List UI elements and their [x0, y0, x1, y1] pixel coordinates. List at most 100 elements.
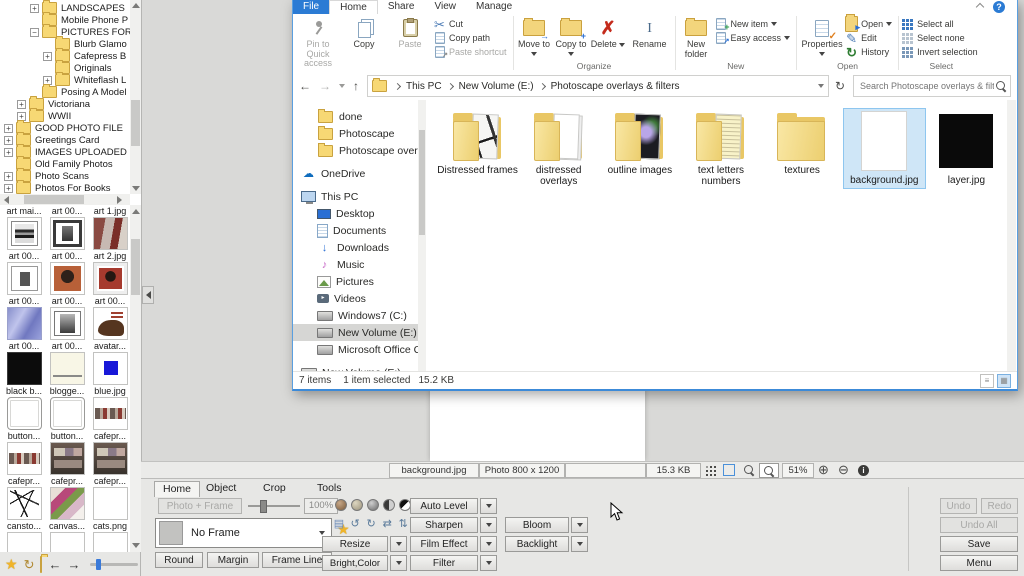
- editor-tab-tools[interactable]: Tools: [309, 481, 350, 496]
- slider-handle[interactable]: [260, 500, 267, 513]
- ribbon-button-cut[interactable]: ✂Cut: [433, 17, 511, 31]
- list-item[interactable]: [3, 532, 45, 552]
- thumbnail-image[interactable]: [7, 532, 42, 552]
- filter-preset-spheres[interactable]: [335, 499, 412, 514]
- thumbnail-image[interactable]: [50, 442, 85, 475]
- zoom-in-icon[interactable]: ⊕: [816, 463, 831, 477]
- help-icon[interactable]: ?: [993, 1, 1005, 13]
- tile-view-icon[interactable]: [703, 463, 718, 477]
- tree-item-landscapes[interactable]: +LANDSCAPES: [0, 2, 141, 14]
- editor-tab-home[interactable]: Home: [154, 481, 200, 497]
- preset-sphere-icon[interactable]: [335, 499, 347, 511]
- nav-item-microsoft-office-cl[interactable]: Microsoft Office Cl: [293, 341, 426, 358]
- list-item[interactable]: button...: [46, 397, 88, 442]
- refresh-icon[interactable]: ↻: [835, 79, 845, 93]
- file-tile-outline-images[interactable]: outline images: [599, 108, 680, 179]
- search-box[interactable]: [853, 75, 1011, 97]
- address-dropdown-icon[interactable]: [818, 84, 824, 88]
- tree-item-cafepress-b[interactable]: +Cafepress B: [0, 50, 141, 62]
- undo-all-button[interactable]: Undo All: [940, 517, 1018, 533]
- list-item[interactable]: art 00...: [46, 205, 88, 217]
- ribbon-button-select-all[interactable]: Select all: [901, 17, 982, 31]
- bloom-button[interactable]: Bloom: [505, 517, 569, 533]
- ribbon-button-delete[interactable]: ✗Delete: [590, 16, 627, 51]
- tree-hscroll-thumb[interactable]: [24, 195, 84, 204]
- ribbon-tab-file[interactable]: File: [293, 0, 329, 14]
- nav-pane-scrollbar[interactable]: [418, 100, 426, 372]
- layers-icon[interactable]: ▤: [333, 517, 345, 530]
- thumbnail-image[interactable]: [50, 352, 85, 385]
- scroll-left-icon[interactable]: [4, 196, 9, 204]
- thumbnail-image[interactable]: [7, 307, 42, 340]
- list-item[interactable]: blogge...: [46, 352, 88, 397]
- frame-select-dropdown[interactable]: No Frame: [155, 518, 332, 548]
- frame-opacity-slider[interactable]: [248, 505, 300, 507]
- scroll-up-icon[interactable]: [132, 209, 140, 214]
- refresh-icon[interactable]: ↻: [24, 558, 35, 571]
- backlight-dropdown-arrow[interactable]: [571, 536, 588, 552]
- tree-item-whiteflash-l[interactable]: +Whiteflash L: [0, 74, 141, 86]
- ribbon-button-select-none[interactable]: Select none: [901, 31, 982, 45]
- ribbon-button-history[interactable]: ↻History: [845, 45, 896, 59]
- thumbnail-size-slider[interactable]: [90, 563, 138, 566]
- flip-horizontal-icon[interactable]: ⇄: [381, 517, 393, 530]
- ribbon-tab-home[interactable]: Home: [329, 0, 378, 14]
- scroll-down-icon[interactable]: [132, 543, 140, 548]
- expand-plus-icon[interactable]: +: [43, 52, 52, 61]
- tree-item-mobile-phone-p[interactable]: Mobile Phone P: [0, 14, 141, 26]
- round-button[interactable]: Round: [155, 552, 203, 568]
- thumbnail-image[interactable]: [50, 397, 85, 430]
- thumbnail-image[interactable]: [50, 217, 85, 250]
- collapse-minus-icon[interactable]: −: [30, 28, 39, 37]
- tree-item-victoriana[interactable]: +Victoriana: [0, 98, 141, 110]
- preset-sphere-icon[interactable]: [367, 499, 379, 511]
- file-tile-text-letters-numbers[interactable]: text letters numbers: [680, 108, 761, 190]
- film-effect-button[interactable]: Film Effect: [410, 536, 478, 552]
- ribbon-button-paste-shortcut[interactable]: ↗Paste shortcut: [433, 45, 511, 59]
- editor-tab-crop[interactable]: Crop: [255, 481, 294, 496]
- scroll-down-icon[interactable]: [132, 186, 140, 191]
- breadcrumb[interactable]: This PC New Volume (E:) Photoscape overl…: [367, 75, 829, 97]
- thumbnail-image[interactable]: [7, 352, 42, 385]
- bright-color-dropdown-arrow[interactable]: [390, 555, 407, 571]
- filter-dropdown-arrow[interactable]: [480, 555, 497, 571]
- list-item[interactable]: art 00...: [3, 262, 45, 307]
- thumbnail-image[interactable]: [50, 487, 85, 520]
- list-item[interactable]: art 00...: [46, 307, 88, 352]
- preset-sphere-icon[interactable]: [351, 499, 363, 511]
- undo-button[interactable]: Undo: [940, 498, 977, 514]
- nav-item-desktop[interactable]: Desktop: [293, 205, 426, 222]
- favorites-star-icon[interactable]: ★: [5, 558, 18, 571]
- list-item[interactable]: cats.png: [89, 487, 131, 532]
- open-folder-icon[interactable]: [40, 558, 42, 571]
- expand-plus-icon[interactable]: +: [4, 124, 13, 133]
- photo-frame-button[interactable]: Photo + Frame: [158, 498, 242, 514]
- thumbnail-image[interactable]: [50, 262, 85, 295]
- ribbon-button-copy-path[interactable]: Copy path: [433, 31, 511, 45]
- tree-scroll-thumb[interactable]: [131, 100, 140, 146]
- tree-item-originals[interactable]: Originals: [0, 62, 141, 74]
- file-tile-distressed-overlays[interactable]: distressed overlays: [518, 108, 599, 190]
- ribbon-button-edit[interactable]: ✎Edit: [845, 31, 896, 45]
- nav-item-new-volume-e[interactable]: New Volume (E:): [293, 324, 426, 341]
- breadcrumb-this-pc[interactable]: This PC: [406, 81, 442, 92]
- nav-item-music[interactable]: ♪Music: [293, 256, 426, 273]
- thumbnail-image[interactable]: [7, 217, 42, 250]
- ribbon-button-open[interactable]: ▸Open: [845, 17, 896, 31]
- list-item[interactable]: blue.jpg: [89, 352, 131, 397]
- thumbnail-image[interactable]: [7, 262, 42, 295]
- filmstrip-scrollbar[interactable]: [130, 205, 141, 552]
- list-item[interactable]: black b...: [3, 352, 45, 397]
- ribbon-tab-share[interactable]: Share: [378, 0, 425, 14]
- nav-item-documents[interactable]: Documents: [293, 222, 426, 239]
- filmstrip-scroll-thumb[interactable]: [131, 239, 140, 295]
- expand-plus-icon[interactable]: +: [4, 172, 13, 181]
- list-item[interactable]: cansto...: [3, 487, 45, 532]
- flip-vertical-icon[interactable]: ⇅: [397, 517, 409, 530]
- auto-level-button[interactable]: Auto Level: [410, 498, 478, 514]
- auto-level-dropdown-arrow[interactable]: [480, 498, 497, 514]
- tree-item-photos-for-books[interactable]: +Photos For Books: [0, 182, 141, 194]
- ribbon-button-rename[interactable]: IRename: [627, 16, 673, 51]
- scroll-up-icon[interactable]: [132, 3, 140, 8]
- details-view-icon[interactable]: ≡: [980, 374, 994, 388]
